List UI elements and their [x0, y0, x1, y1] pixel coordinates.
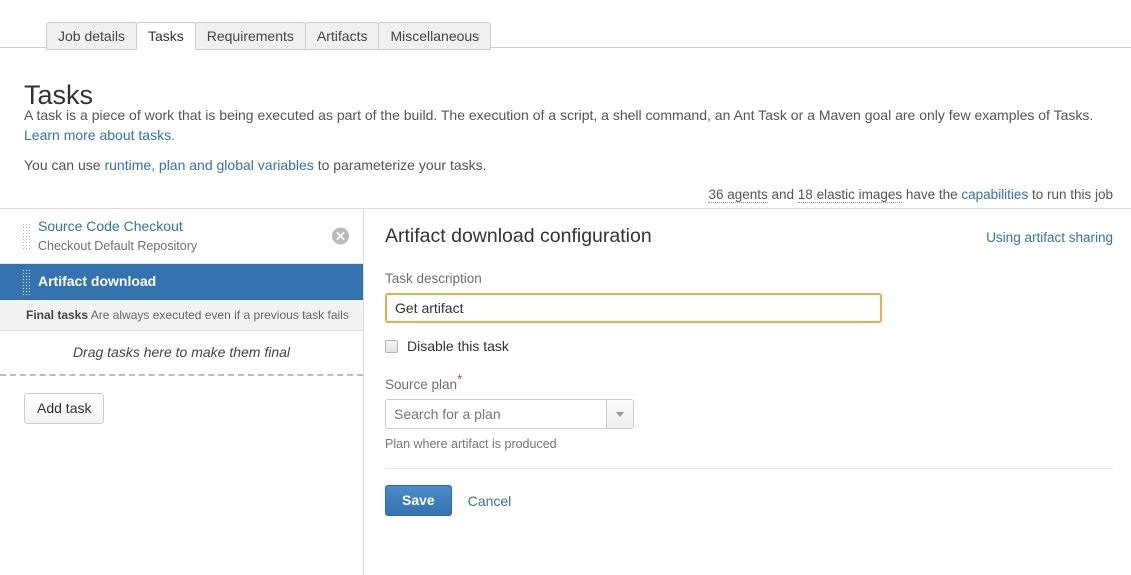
agents-tail: to run this job: [1028, 187, 1113, 202]
capabilities-link[interactable]: capabilities: [961, 187, 1028, 202]
config-title: Artifact download configuration: [385, 225, 652, 247]
source-plan-field: [385, 399, 634, 429]
source-plan-help-text: Plan where artifact is produced: [385, 437, 557, 451]
chevron-down-icon: [616, 411, 624, 417]
add-task-wrapper: Add task: [0, 376, 363, 424]
tab-miscellaneous[interactable]: Miscellaneous: [378, 22, 492, 50]
intro-paragraph: A task is a piece of work that is being …: [24, 105, 1114, 145]
variables-link[interactable]: runtime, plan and global variables: [104, 157, 313, 173]
task-item-subtitle: Checkout Default Repository: [38, 239, 198, 253]
variables-text-suffix: to parameterize your tasks.: [313, 157, 487, 173]
cancel-button[interactable]: Cancel: [468, 493, 512, 509]
add-task-button[interactable]: Add task: [24, 393, 105, 424]
using-artifact-sharing-link[interactable]: Using artifact sharing: [986, 230, 1113, 245]
delete-task-icon[interactable]: [332, 227, 349, 245]
tab-requirements[interactable]: Requirements: [194, 22, 306, 50]
elastic-image-count: 18 elastic images: [797, 187, 903, 203]
required-marker: *: [457, 371, 463, 387]
final-tasks-label: Final tasks: [26, 308, 89, 322]
disable-task-row: Disable this task: [385, 337, 1113, 355]
task-configuration-panel: Artifact download configuration Using ar…: [365, 209, 1131, 575]
variables-text-prefix: You can use: [24, 157, 105, 173]
intro-text: A task is a piece of work that is being …: [24, 107, 1094, 123]
tab-job-details[interactable]: Job details: [46, 22, 137, 50]
task-list-panel: Source Code Checkout Checkout Default Re…: [0, 209, 364, 575]
task-list-item-artifact-download[interactable]: Artifact download: [0, 264, 363, 300]
source-plan-label-text: Source plan: [385, 377, 458, 392]
disable-task-checkbox[interactable]: [385, 339, 398, 353]
tab-tasks[interactable]: Tasks: [135, 22, 196, 50]
tasks-split-container: Source Code Checkout Checkout Default Re…: [0, 208, 1131, 575]
source-plan-dropdown-button[interactable]: [606, 399, 634, 429]
disable-task-label[interactable]: Disable this task: [407, 337, 509, 355]
agents-have-the: have the: [902, 187, 962, 202]
form-actions: Save Cancel: [385, 485, 1113, 516]
task-item-title[interactable]: Artifact download: [38, 272, 353, 291]
final-tasks-description: Are always executed even if a previous t…: [90, 308, 349, 322]
final-tasks-header: Final tasks Are always executed even if …: [0, 300, 363, 331]
task-item-title[interactable]: Source Code Checkout: [38, 217, 353, 236]
agents-conjunction: and: [767, 187, 798, 202]
variables-paragraph: You can use runtime, plan and global var…: [24, 155, 1114, 175]
agent-count: 36 agents: [708, 187, 768, 203]
task-description-input[interactable]: [385, 293, 882, 323]
tab-list: Job details Tasks Requirements Artifacts…: [46, 22, 492, 50]
task-list-item-source-code-checkout[interactable]: Source Code Checkout Checkout Default Re…: [0, 209, 363, 264]
tab-bar: Job details Tasks Requirements Artifacts…: [0, 22, 1131, 50]
tab-artifacts[interactable]: Artifacts: [304, 22, 380, 50]
agents-capabilities-line: 36 agents and 18 elastic images have the…: [708, 186, 1113, 204]
save-button[interactable]: Save: [385, 485, 452, 516]
learn-more-about-tasks-link[interactable]: Learn more about tasks.: [24, 127, 175, 143]
source-plan-label: Source plan*: [385, 373, 1113, 393]
form-divider: [385, 468, 1113, 469]
final-tasks-dropzone[interactable]: Drag tasks here to make them final: [0, 331, 363, 376]
config-header: Artifact download configuration Using ar…: [385, 223, 1113, 249]
task-description-label: Task description: [385, 271, 482, 286]
drag-handle-icon[interactable]: [22, 223, 30, 249]
source-plan-input[interactable]: [385, 399, 606, 429]
drag-handle-icon[interactable]: [22, 268, 30, 295]
